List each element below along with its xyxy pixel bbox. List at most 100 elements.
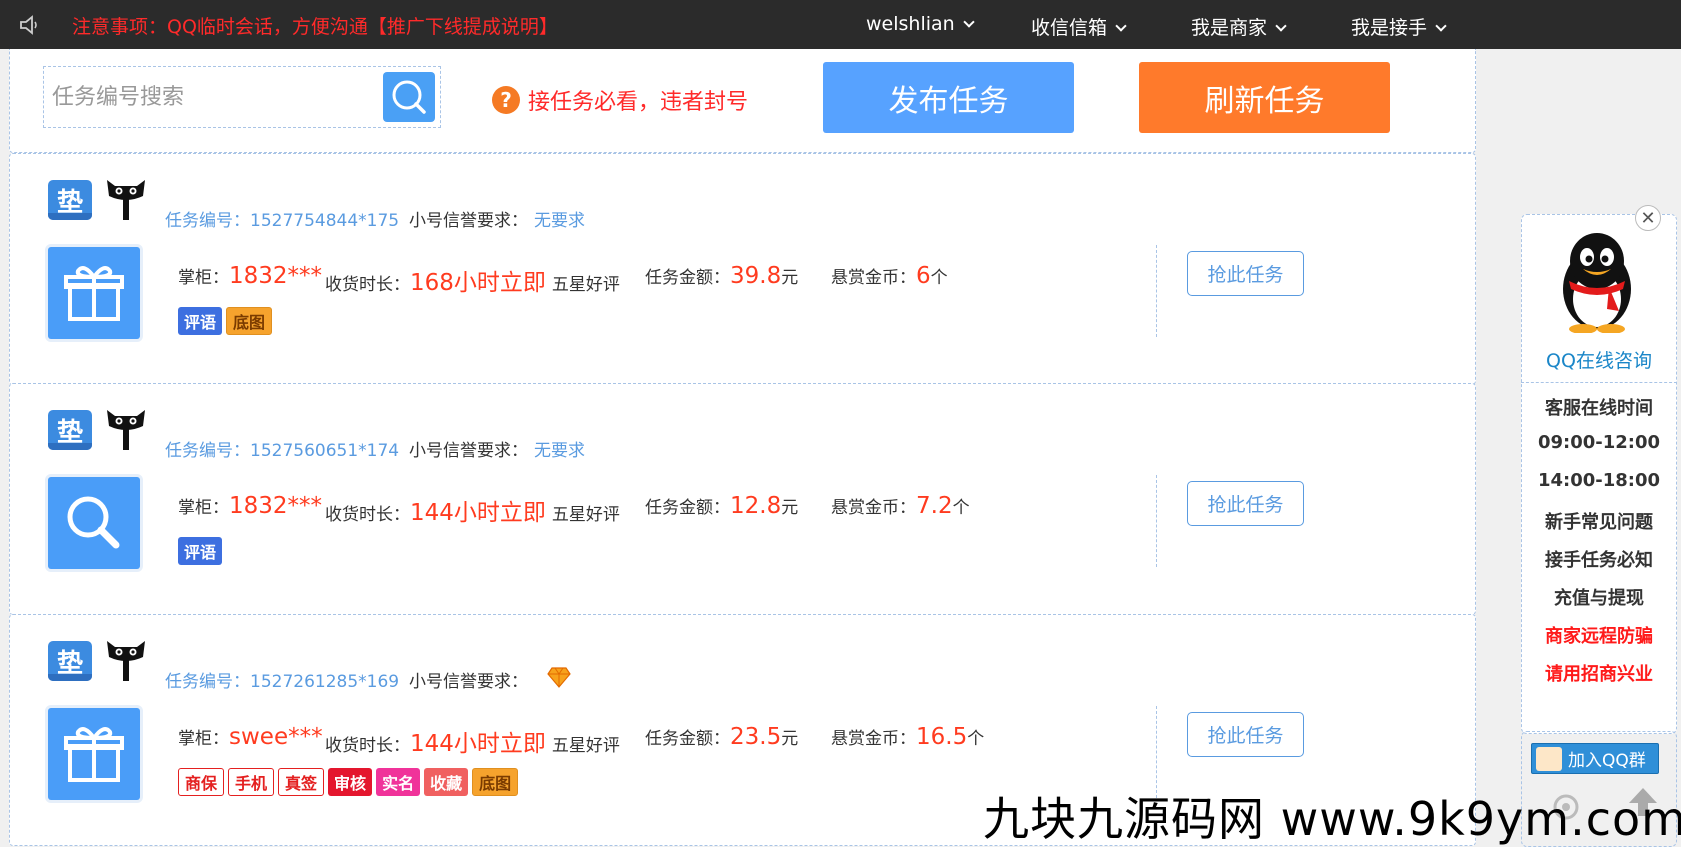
gift-icon <box>48 247 140 339</box>
publish-task-button[interactable]: 发布任务 <box>823 62 1074 133</box>
task-tags: 评语 底图 <box>178 307 273 335</box>
task-number-value: 1527261285*169 <box>250 672 400 692</box>
task-tag: 手机 <box>228 768 275 796</box>
task-amount: 任务金额：12.8元 <box>645 493 798 519</box>
shopkeeper: 掌柜：1832*** <box>178 493 322 519</box>
nav-taker-menu[interactable]: 我是接手 <box>1351 13 1447 40</box>
chevron-down-icon <box>1275 20 1287 32</box>
task-rules-link[interactable]: ? 接任务必看，违者封号 <box>492 84 748 116</box>
task-amount-value: 23.5 <box>730 724 782 750</box>
service-info-item[interactable]: 接手任务必知 <box>1521 546 1677 572</box>
receipt-time-label: 收货时长： <box>325 736 410 756</box>
grab-task-button[interactable]: 抢此任务 <box>1187 251 1304 296</box>
shopkeeper-label: 掌柜： <box>178 729 229 749</box>
service-info-item[interactable]: 新手常见问题 <box>1521 508 1677 534</box>
task-rules-label: 接任务必看，违者封号 <box>528 90 749 115</box>
nav-user-menu[interactable]: welshlian <box>866 13 975 35</box>
task-number: 任务编号：1527261285*169 <box>165 667 399 692</box>
service-info-item[interactable]: 请用招商兴业 <box>1521 660 1677 686</box>
nav-user-label: welshlian <box>866 13 955 35</box>
task-tags: 商保 手机 真签 审核 实名 收藏 底图 <box>178 768 519 796</box>
task-card: 垫任务编号：1527560651*174 小号信誉要求： 无要求 掌柜：1832***… <box>9 383 1476 615</box>
notice-text[interactable]: 注意事项：QQ临时会话，方便沟通【推广下线提成说明】 <box>72 12 558 39</box>
receipt-time: 收货时长：168小时立即 五星好评 <box>325 263 620 297</box>
search-button[interactable] <box>383 72 435 122</box>
receipt-time: 收货时长：144小时立即 五星好评 <box>325 724 620 758</box>
credit-requirement-value: 无要求 <box>534 211 585 231</box>
task-number-label: 任务编号： <box>165 672 250 692</box>
credit-requirement-value: 无要求 <box>534 441 585 461</box>
task-amount-unit: 元 <box>781 498 799 518</box>
divider <box>1156 245 1157 337</box>
search-icon <box>392 80 426 114</box>
task-tag: 评语 <box>178 307 223 335</box>
reward-coins: 悬赏金币：6个 <box>831 263 948 289</box>
reward-coins-value: 6 <box>916 263 931 289</box>
task-amount-label: 任务金额： <box>645 729 730 749</box>
receipt-time-label: 收货时长： <box>325 275 410 295</box>
speaker-icon[interactable] <box>18 14 42 36</box>
chevron-down-icon <box>1435 20 1447 32</box>
task-amount-unit: 元 <box>781 729 799 749</box>
shopkeeper-value: swee*** <box>229 724 323 750</box>
receipt-time-value: 144小时立即 <box>410 731 546 757</box>
chevron-down-icon <box>1115 20 1127 32</box>
diamond-icon <box>547 667 571 688</box>
nav-merchant-menu[interactable]: 我是商家 <box>1191 13 1287 40</box>
reward-coins-label: 悬赏金币： <box>831 729 916 749</box>
task-amount: 任务金额：23.5元 <box>645 724 798 750</box>
reward-coins-value: 7.2 <box>916 493 953 519</box>
task-tag: 商保 <box>178 768 225 796</box>
reward-coins-unit: 个 <box>930 268 948 288</box>
qq-consult-link[interactable]: QQ在线咨询 <box>1521 346 1677 373</box>
reward-coins-label: 悬赏金币： <box>831 498 916 518</box>
shopkeeper-label: 掌柜： <box>178 268 229 288</box>
grab-task-button[interactable]: 抢此任务 <box>1187 712 1304 757</box>
chevron-down-icon <box>963 16 975 28</box>
task-tag: 评语 <box>178 537 223 565</box>
grab-task-button[interactable]: 抢此任务 <box>1187 481 1304 526</box>
search-panel: ? 接任务必看，违者封号 发布任务 刷新任务 <box>9 49 1476 153</box>
pad-icon: 垫 <box>48 641 92 681</box>
reward-coins-unit: 个 <box>952 498 970 518</box>
task-amount-unit: 元 <box>781 268 799 288</box>
receipt-time: 收货时长：144小时立即 五星好评 <box>325 493 620 527</box>
shopkeeper-value: 1832*** <box>229 263 323 289</box>
credit-requirement-label: 小号信誉要求： <box>409 672 528 692</box>
service-info-item: 14:00-18:00 <box>1537 470 1661 491</box>
reward-coins-unit: 个 <box>967 729 985 749</box>
task-tag: 实名 <box>376 768 421 796</box>
close-icon[interactable]: ✕ <box>1635 205 1661 231</box>
task-amount-value: 39.8 <box>730 263 782 289</box>
service-info-item[interactable]: 商家远程防骗 <box>1521 622 1677 648</box>
join-qq-label: 加入QQ群 <box>1568 751 1646 771</box>
credit-requirement-label: 小号信誉要求： <box>409 441 528 461</box>
tmall-cat-icon <box>107 180 145 220</box>
task-amount-label: 任务金额： <box>645 498 730 518</box>
service-info-item[interactable]: 充值与提现 <box>1521 584 1677 610</box>
qq-penguin-icon[interactable] <box>1549 229 1645 333</box>
search-icon <box>48 477 140 569</box>
gift-icon <box>48 708 140 800</box>
shopkeeper: 掌柜：swee*** <box>178 724 323 750</box>
nav-taker-label: 我是接手 <box>1351 17 1428 39</box>
task-number-value: 1527754844*175 <box>250 211 400 231</box>
task-search-input[interactable] <box>52 75 372 119</box>
search-box <box>43 66 441 128</box>
task-tag: 底图 <box>472 768 519 796</box>
task-number-label: 任务编号： <box>165 441 250 461</box>
shopkeeper-label: 掌柜： <box>178 498 229 518</box>
reward-coins: 悬赏金币：7.2个 <box>831 493 970 519</box>
task-number: 任务编号：1527560651*174 <box>165 436 399 461</box>
task-amount-label: 任务金额： <box>645 268 730 288</box>
task-tag: 审核 <box>328 768 373 796</box>
shopkeeper-value: 1832*** <box>229 493 323 519</box>
watermark: 九块九源码网 www.9k9ym.com <box>983 792 1681 846</box>
service-info-item: 09:00-12:00 <box>1537 432 1661 453</box>
search-glyph <box>67 496 120 549</box>
refresh-task-button[interactable]: 刷新任务 <box>1139 62 1390 133</box>
join-qq-group-button[interactable]: 加入QQ群 <box>1531 743 1659 774</box>
nav-inbox-menu[interactable]: 收信信箱 <box>1031 13 1127 40</box>
pad-icon: 垫 <box>48 180 92 220</box>
task-amount: 任务金额：39.8元 <box>645 263 798 289</box>
